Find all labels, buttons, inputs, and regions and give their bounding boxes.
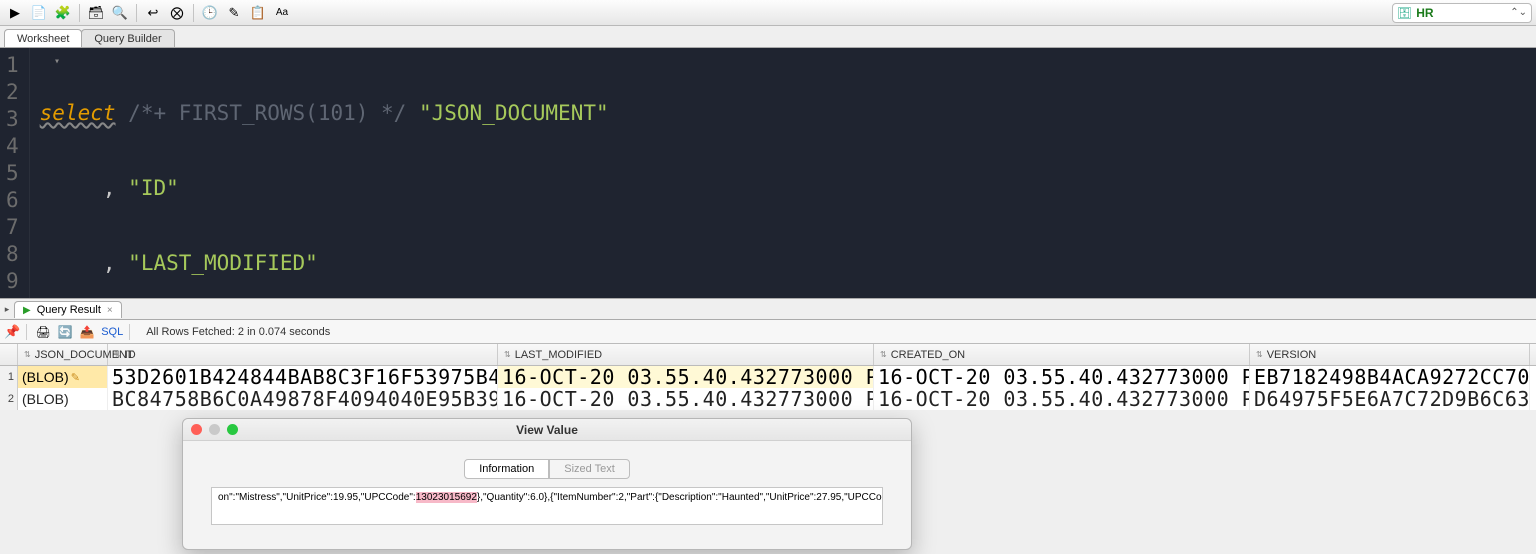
sql-link[interactable]: SQL bbox=[101, 326, 123, 338]
commit-icon[interactable]: 🗃 bbox=[85, 3, 107, 23]
tab-query-result[interactable]: ▶ Query Result × bbox=[14, 301, 122, 318]
sort-icon[interactable]: ⇅ bbox=[504, 350, 511, 359]
status-text: All Rows Fetched: 2 in 0.074 seconds bbox=[146, 326, 330, 338]
print-icon[interactable]: 🖨 bbox=[33, 323, 53, 341]
separator bbox=[193, 4, 194, 22]
dbms-output-icon[interactable]: 🕒 bbox=[199, 3, 221, 23]
table-row[interactable]: 1 (BLOB)✎ 53D2601B424844BAB8C3F16F53975B… bbox=[0, 366, 1536, 388]
fold-icon[interactable]: ▾ bbox=[54, 56, 60, 67]
tab-information[interactable]: Information bbox=[464, 459, 549, 479]
run-script-icon[interactable]: 📄 bbox=[28, 3, 50, 23]
search-match: 13023015692 bbox=[416, 492, 477, 503]
separator bbox=[136, 4, 137, 22]
sort-icon[interactable]: ⇅ bbox=[880, 350, 887, 359]
dialog-tabs: Information Sized Text bbox=[211, 459, 883, 479]
schema-picker[interactable]: 🗄 HR ⌃⌄ bbox=[1392, 3, 1532, 23]
sort-icon[interactable]: ⇅ bbox=[1256, 350, 1263, 359]
blob-cell[interactable]: (BLOB) bbox=[18, 388, 108, 410]
code-area[interactable]: select /*+ FIRST_ROWS(101) */ "JSON_DOCU… bbox=[30, 48, 1536, 298]
export-icon[interactable]: 📤 bbox=[77, 323, 97, 341]
worksheet-tabs: Worksheet Query Builder bbox=[0, 26, 1536, 48]
results-panel: ▸ ▶ Query Result × 📌 🖨 🔄 📤 SQL All Rows … bbox=[0, 298, 1536, 410]
explain-plan-icon[interactable]: 🧩 bbox=[52, 3, 74, 23]
dialog-titlebar[interactable]: View Value bbox=[183, 419, 911, 441]
value-textarea[interactable]: on":"Mistress","UnitPrice":19.95,"UPCCod… bbox=[211, 487, 883, 525]
tab-sized-text[interactable]: Sized Text bbox=[549, 459, 630, 479]
grid-header: ⇅JSON_DOCUMENT ⇅ID ⇅LAST_MODIFIED ⇅CREAT… bbox=[0, 344, 1536, 366]
sort-icon[interactable]: ⇅ bbox=[114, 350, 121, 359]
separator bbox=[79, 4, 80, 22]
pin-icon[interactable]: 📌 bbox=[4, 324, 20, 340]
run-icon[interactable]: ▶ bbox=[4, 3, 26, 23]
dialog-title: View Value bbox=[183, 423, 911, 437]
result-grid[interactable]: ⇅JSON_DOCUMENT ⇅ID ⇅LAST_MODIFIED ⇅CREAT… bbox=[0, 344, 1536, 410]
main-toolbar: ▶ 📄 🧩 🗃 🔍 ↩ ⨂ 🕒 ✎ 📋 Aa 🗄 HR ⌃⌄ bbox=[0, 0, 1536, 26]
database-icon: 🗄 bbox=[1397, 6, 1412, 20]
clear-icon[interactable]: ✎ bbox=[223, 3, 245, 23]
close-icon[interactable]: × bbox=[107, 305, 113, 316]
rollback-icon[interactable]: ↩ bbox=[142, 3, 164, 23]
autotrace-icon[interactable]: 🔍 bbox=[109, 3, 131, 23]
chevron-updown-icon: ⌃⌄ bbox=[1510, 7, 1527, 18]
blob-cell[interactable]: (BLOB)✎ bbox=[18, 366, 108, 388]
tab-worksheet[interactable]: Worksheet bbox=[4, 29, 82, 47]
sql-editor[interactable]: 1 2 3 4 5 6 7 8 9 ▾ select /*+ FIRST_ROW… bbox=[0, 48, 1536, 298]
refresh-icon[interactable]: 🔄 bbox=[55, 323, 75, 341]
table-row[interactable]: 2 (BLOB) BC84758B6C0A49878F4094040E95B39… bbox=[0, 388, 1536, 410]
view-value-dialog: View Value Information Sized Text on":"M… bbox=[182, 418, 912, 550]
result-toolbar: 📌 🖨 🔄 📤 SQL All Rows Fetched: 2 in 0.074… bbox=[0, 320, 1536, 344]
result-tab-label: Query Result bbox=[37, 304, 101, 316]
sort-icon[interactable]: ⇅ bbox=[24, 350, 31, 359]
sql-history-icon[interactable]: 📋 bbox=[247, 3, 269, 23]
cancel-icon[interactable]: ⨂ bbox=[166, 3, 188, 23]
tab-query-builder[interactable]: Query Builder bbox=[81, 29, 174, 47]
text-case-icon[interactable]: Aa bbox=[271, 3, 293, 23]
run-status-icon: ▶ bbox=[23, 305, 31, 316]
collapse-icon[interactable]: ▸ bbox=[0, 304, 14, 315]
line-gutter: 1 2 3 4 5 6 7 8 9 bbox=[0, 48, 30, 298]
schema-label: HR bbox=[1416, 6, 1506, 20]
edit-blob-icon[interactable]: ✎ bbox=[71, 371, 80, 384]
